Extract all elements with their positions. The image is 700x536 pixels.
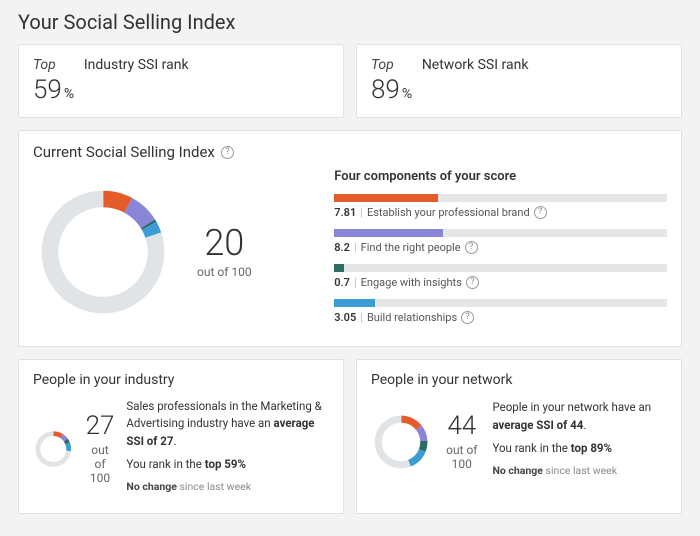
network-out-of: out of 100 (443, 443, 480, 471)
page-title: Your Social Selling Index (18, 10, 682, 34)
percent-sign: % (64, 86, 74, 102)
network-rank-value: 89% (371, 75, 667, 105)
component-bar-fill (334, 194, 438, 202)
industry-desc-line2: You rank in the top 59% (126, 456, 329, 473)
industry-people-card: People in your industry 27 out of 100 Sa… (18, 359, 344, 514)
component-row: 7.81 | Establish your professional brand… (334, 194, 667, 219)
network-no-change: No change since last week (492, 463, 667, 479)
top-label: Top (33, 57, 56, 73)
separator: | (360, 206, 363, 219)
industry-out-of: out of 100 (86, 443, 115, 485)
network-rank-title: Network SSI rank (422, 57, 529, 73)
help-icon[interactable]: ? (221, 146, 234, 159)
current-out-of: out of 100 (197, 265, 252, 279)
component-row: 3.05 | Build relationships ? (334, 299, 667, 324)
components-list: 7.81 | Establish your professional brand… (334, 194, 667, 324)
industry-desc-line1: Sales professionals in the Marketing & A… (126, 398, 329, 450)
component-value: 8.2 (334, 241, 350, 254)
industry-rank-number: 59 (33, 75, 62, 105)
component-bar-fill (334, 299, 375, 307)
network-score: 44 (443, 413, 480, 439)
component-row: 0.7 | Engage with insights ? (334, 264, 667, 289)
network-people-title: People in your network (371, 372, 667, 388)
component-value: 7.81 (334, 206, 356, 219)
component-bar-track (334, 229, 667, 237)
component-value: 0.7 (334, 276, 350, 289)
industry-no-change: No change since last week (126, 479, 329, 495)
top-label: Top (371, 57, 394, 73)
industry-rank-value: 59% (33, 75, 329, 105)
industry-score: 27 (86, 413, 115, 439)
separator: | (354, 276, 357, 289)
separator: | (354, 241, 357, 254)
main-donut-chart (33, 182, 173, 322)
help-icon[interactable]: ? (534, 206, 547, 219)
network-donut-chart (371, 398, 431, 486)
help-icon[interactable]: ? (466, 276, 479, 289)
network-rank-number: 89 (371, 75, 400, 105)
component-label: Find the right people (361, 241, 461, 254)
percent-sign: % (402, 86, 412, 102)
network-desc-line2: You rank in the top 89% (492, 440, 667, 457)
network-rank-card: Top Network SSI rank 89% (356, 44, 682, 118)
industry-donut-chart (33, 405, 74, 493)
industry-rank-card: Top Industry SSI rank 59% (18, 44, 344, 118)
current-ssi-card: Current Social Selling Index ? 20 out of… (18, 130, 682, 347)
components-title: Four components of your score (334, 169, 667, 184)
component-value: 3.05 (334, 311, 356, 324)
current-score: 20 (197, 225, 252, 261)
component-bar-track (334, 264, 667, 272)
network-desc-line1: People in your network have an average S… (492, 399, 667, 434)
component-bar-track (334, 194, 667, 202)
current-ssi-title: Current Social Selling Index (33, 143, 215, 161)
component-bar-fill (334, 264, 343, 272)
component-bar-track (334, 299, 667, 307)
component-label: Build relationships (367, 311, 457, 324)
component-label: Engage with insights (361, 276, 462, 289)
industry-people-title: People in your industry (33, 372, 329, 388)
network-people-card: People in your network 44 out of 100 Peo… (356, 359, 682, 514)
industry-rank-title: Industry SSI rank (84, 57, 189, 73)
help-icon[interactable]: ? (461, 311, 474, 324)
separator: | (360, 311, 363, 324)
component-label: Establish your professional brand (367, 206, 530, 219)
component-bar-fill (334, 229, 443, 237)
components-panel: Four components of your score 7.81 | Est… (334, 169, 667, 334)
component-row: 8.2 | Find the right people ? (334, 229, 667, 254)
help-icon[interactable]: ? (465, 241, 478, 254)
